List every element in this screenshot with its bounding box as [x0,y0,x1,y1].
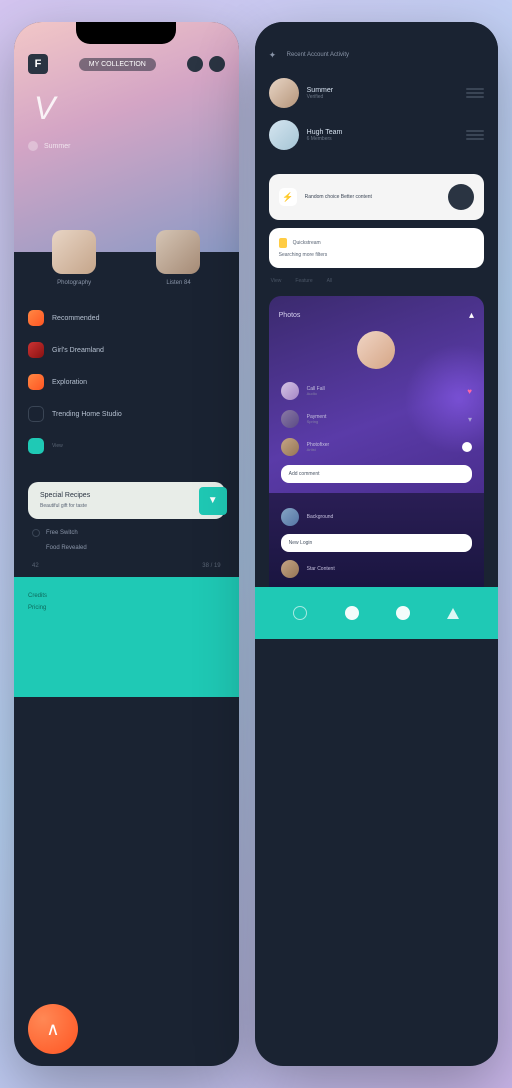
activity-row[interactable]: PhotofixerArtist [279,433,474,461]
app-logo[interactable]: F [28,54,48,74]
avatar [269,120,299,150]
fab-button[interactable]: ∧ [28,1004,78,1054]
chevron-down-icon[interactable]: ▼ [199,487,227,515]
row-label: Trending Home Studio [52,411,225,418]
avatar-card[interactable]: Photography [28,230,120,286]
filter-tab[interactable]: All [327,278,333,284]
tab-activity[interactable] [396,606,410,620]
panel-title: Photos [279,312,301,319]
user-sub: Verified [307,94,458,100]
card-text: Random choice Better content [305,194,440,201]
row-sub: Spring [307,420,460,425]
bolt-icon: ⚡ [279,188,297,206]
filter-tab[interactable]: Feature [295,278,312,284]
status-dot-icon [28,141,38,151]
list-row[interactable]: Recommended [28,302,225,334]
list-row[interactable]: Trending Home Studio [28,398,225,430]
avatar [281,382,299,400]
header-title: Recent Account Activity [287,52,484,60]
avatar-image [156,230,200,274]
row-name: Star Content [307,566,472,572]
stat-value: 38 / 19 [202,563,220,569]
activity-panel: Photos ▴ Call FallAudio ♥ PaymentSpring … [269,296,484,493]
card-text: Beautiful gift for taste [40,503,213,509]
activity-row[interactable]: PaymentSpring ▾ [279,405,474,433]
list-row[interactable]: Girl's Dreamland [28,334,225,366]
chat-icon[interactable] [187,56,203,72]
status-dot-icon [462,442,472,452]
avatar [269,78,299,108]
featured-avatar[interactable] [357,331,395,369]
hero-subtitle: Summer [44,143,70,150]
chevron-up-icon[interactable]: ▴ [469,310,474,321]
message-bubble[interactable]: New Login [281,534,472,552]
avatar-image [52,230,96,274]
bullet-icon [32,529,40,537]
category-icon [28,406,44,422]
avatar-label: Listen 84 [166,280,190,286]
card-avatar [448,184,474,210]
user-row[interactable]: Summer Verified [269,72,484,114]
row-label: Exploration [52,379,225,386]
mini-label[interactable]: Free Switch [46,530,78,536]
profile-icon[interactable] [209,56,225,72]
user-name: Summer [307,87,458,94]
row-name: Background [307,514,472,520]
avatar-card[interactable]: Listen 84 [132,230,224,286]
list-row[interactable]: View [28,430,225,462]
stat-value: 42 [32,563,39,569]
mini-label[interactable]: Food Revealed [46,545,87,551]
row-sub: Artist [307,448,454,453]
info-card[interactable]: ⚡ Random choice Better content [269,174,484,220]
row-action: View [52,443,63,449]
filter-tab[interactable]: View [271,278,282,284]
avatar [281,438,299,456]
tab-bar [255,587,498,639]
hero-section: F MY COLLECTION V Summer [14,22,239,252]
card-title: Quickstream [293,240,321,246]
comment-input[interactable]: Add comment [281,465,472,483]
avatar [281,410,299,428]
footer-link[interactable]: Pricing [28,605,225,611]
category-icon [28,342,44,358]
activity-row[interactable]: Call FallAudio ♥ [279,377,474,405]
heart-icon[interactable]: ♥ [467,387,472,396]
row-label: Recommended [52,315,225,322]
tab-home[interactable] [293,606,307,620]
category-icon [28,438,44,454]
user-name: Hugh Team [307,129,458,136]
brand-mark: V [34,90,225,127]
avatar [281,508,299,526]
list-row[interactable]: Exploration [28,366,225,398]
promo-card[interactable]: Special Recipes Beautiful gift for taste… [28,482,225,519]
category-icon [28,374,44,390]
phone-left-frame: F MY COLLECTION V Summer Photography Lis… [14,22,239,1066]
back-icon[interactable]: ✦ [269,50,281,62]
footer-link[interactable]: Credits [28,593,225,599]
avatar-label: Photography [57,280,91,286]
footer-panel: Credits Pricing [14,577,239,697]
user-sub: 6 Members [307,136,458,142]
activity-row[interactable]: Star Content [279,555,474,583]
menu-icon[interactable] [466,88,484,98]
menu-icon[interactable] [466,130,484,140]
row-label: Girl's Dreamland [52,347,225,354]
avatar [281,560,299,578]
tab-discover[interactable] [345,606,359,620]
notch [76,22,176,44]
dark-panel: Background New Login Star Content [269,493,484,587]
phone-right-frame: ✦ Recent Account Activity Summer Verifie… [255,22,498,1066]
chevron-down-icon[interactable]: ▾ [468,415,472,424]
tab-profile[interactable] [447,608,459,619]
bookmark-icon [279,238,287,248]
user-row[interactable]: Hugh Team 6 Members [269,114,484,156]
card-title: Special Recipes [40,492,213,499]
card-sub: Searching more filters [279,252,474,258]
feature-card[interactable]: Quickstream Searching more filters [269,228,484,268]
header-tab[interactable]: MY COLLECTION [79,58,156,71]
activity-row[interactable]: Background [279,503,474,531]
category-icon [28,310,44,326]
row-sub: Audio [307,392,460,397]
